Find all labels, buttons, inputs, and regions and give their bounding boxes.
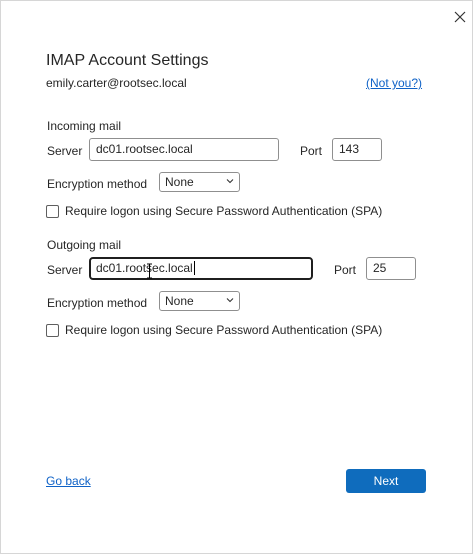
text-caret [193,261,195,275]
close-button[interactable] [450,7,470,27]
outgoing-encryption-label: Encryption method [47,296,148,310]
outgoing-port-label: Port [334,263,357,277]
outgoing-spa-label: Require logon using Secure Password Auth… [65,323,383,337]
outgoing-mail-heading: Outgoing mail [47,238,122,252]
incoming-encryption-value: None [165,175,194,189]
outgoing-spa-row: Require logon using Secure Password Auth… [46,323,382,337]
not-you-link[interactable]: (Not you?) [366,76,422,90]
incoming-spa-row: Require logon using Secure Password Auth… [46,204,382,218]
outgoing-encryption-select[interactable]: None [159,291,240,311]
next-button[interactable]: Next [346,469,426,493]
close-icon [454,11,466,23]
chevron-down-icon [226,298,234,303]
incoming-spa-checkbox[interactable] [46,204,59,218]
incoming-port-label: Port [300,144,323,158]
incoming-mail-heading: Incoming mail [47,119,122,133]
incoming-server-value: dc01.rootsec.local [96,142,193,156]
outgoing-spa-checkbox[interactable] [46,323,59,337]
incoming-server-input[interactable]: dc01.rootsec.local [89,138,279,161]
incoming-port-input[interactable]: 143 [332,138,382,161]
incoming-server-label: Server [47,144,83,158]
outgoing-encryption-value: None [165,294,194,308]
dialog-title: IMAP Account Settings [46,52,209,69]
outgoing-server-value: dc01.rootsec.local [96,261,193,275]
account-email: emily.carter@rootsec.local [46,76,187,90]
incoming-port-value: 143 [339,142,360,156]
outgoing-server-label: Server [47,263,83,277]
imap-settings-dialog: IMAP Account Settings emily.carter@roots… [0,0,473,554]
outgoing-server-input[interactable]: dc01.rootsec.local [89,257,313,280]
incoming-encryption-select[interactable]: None [159,172,240,192]
outgoing-port-value: 25 [373,261,387,275]
incoming-encryption-label: Encryption method [47,177,148,191]
chevron-down-icon [226,179,234,184]
go-back-link[interactable]: Go back [46,474,91,488]
incoming-spa-label: Require logon using Secure Password Auth… [65,204,383,218]
outgoing-port-input[interactable]: 25 [366,257,416,280]
